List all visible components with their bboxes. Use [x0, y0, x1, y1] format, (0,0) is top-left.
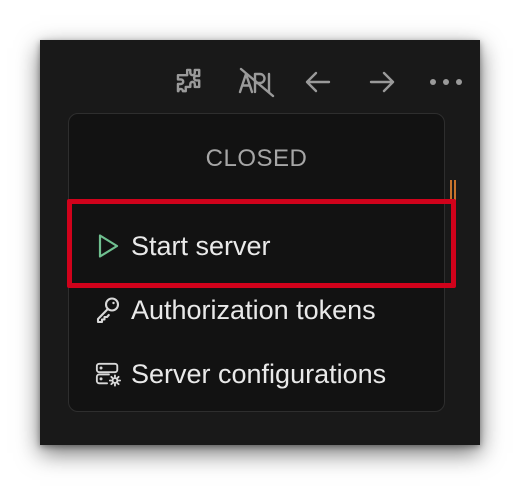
- background-indicator: [450, 180, 456, 202]
- arrow-left-icon[interactable]: [298, 62, 338, 102]
- server-popup-menu: CLOSED Start server Authorization tokens: [68, 113, 445, 412]
- key-icon: [95, 296, 121, 324]
- play-icon: [95, 232, 121, 260]
- api-off-icon[interactable]: [237, 62, 277, 102]
- start-server-label: Start server: [131, 230, 271, 261]
- server-configurations-label: Server configurations: [131, 358, 387, 389]
- start-server-menu-item[interactable]: Start server: [95, 226, 271, 266]
- arrow-right-icon[interactable]: [362, 62, 402, 102]
- server-settings-icon: [95, 360, 121, 388]
- server-status-label: CLOSED: [205, 145, 308, 172]
- more-icon[interactable]: [426, 62, 466, 102]
- authorization-tokens-label: Authorization tokens: [131, 294, 376, 325]
- app-window: CLOSED Start server Authorization tokens: [40, 40, 480, 445]
- extensions-icon[interactable]: [170, 62, 210, 102]
- server-configurations-menu-item[interactable]: Server configurations: [95, 354, 386, 394]
- authorization-tokens-menu-item[interactable]: Authorization tokens: [95, 290, 376, 330]
